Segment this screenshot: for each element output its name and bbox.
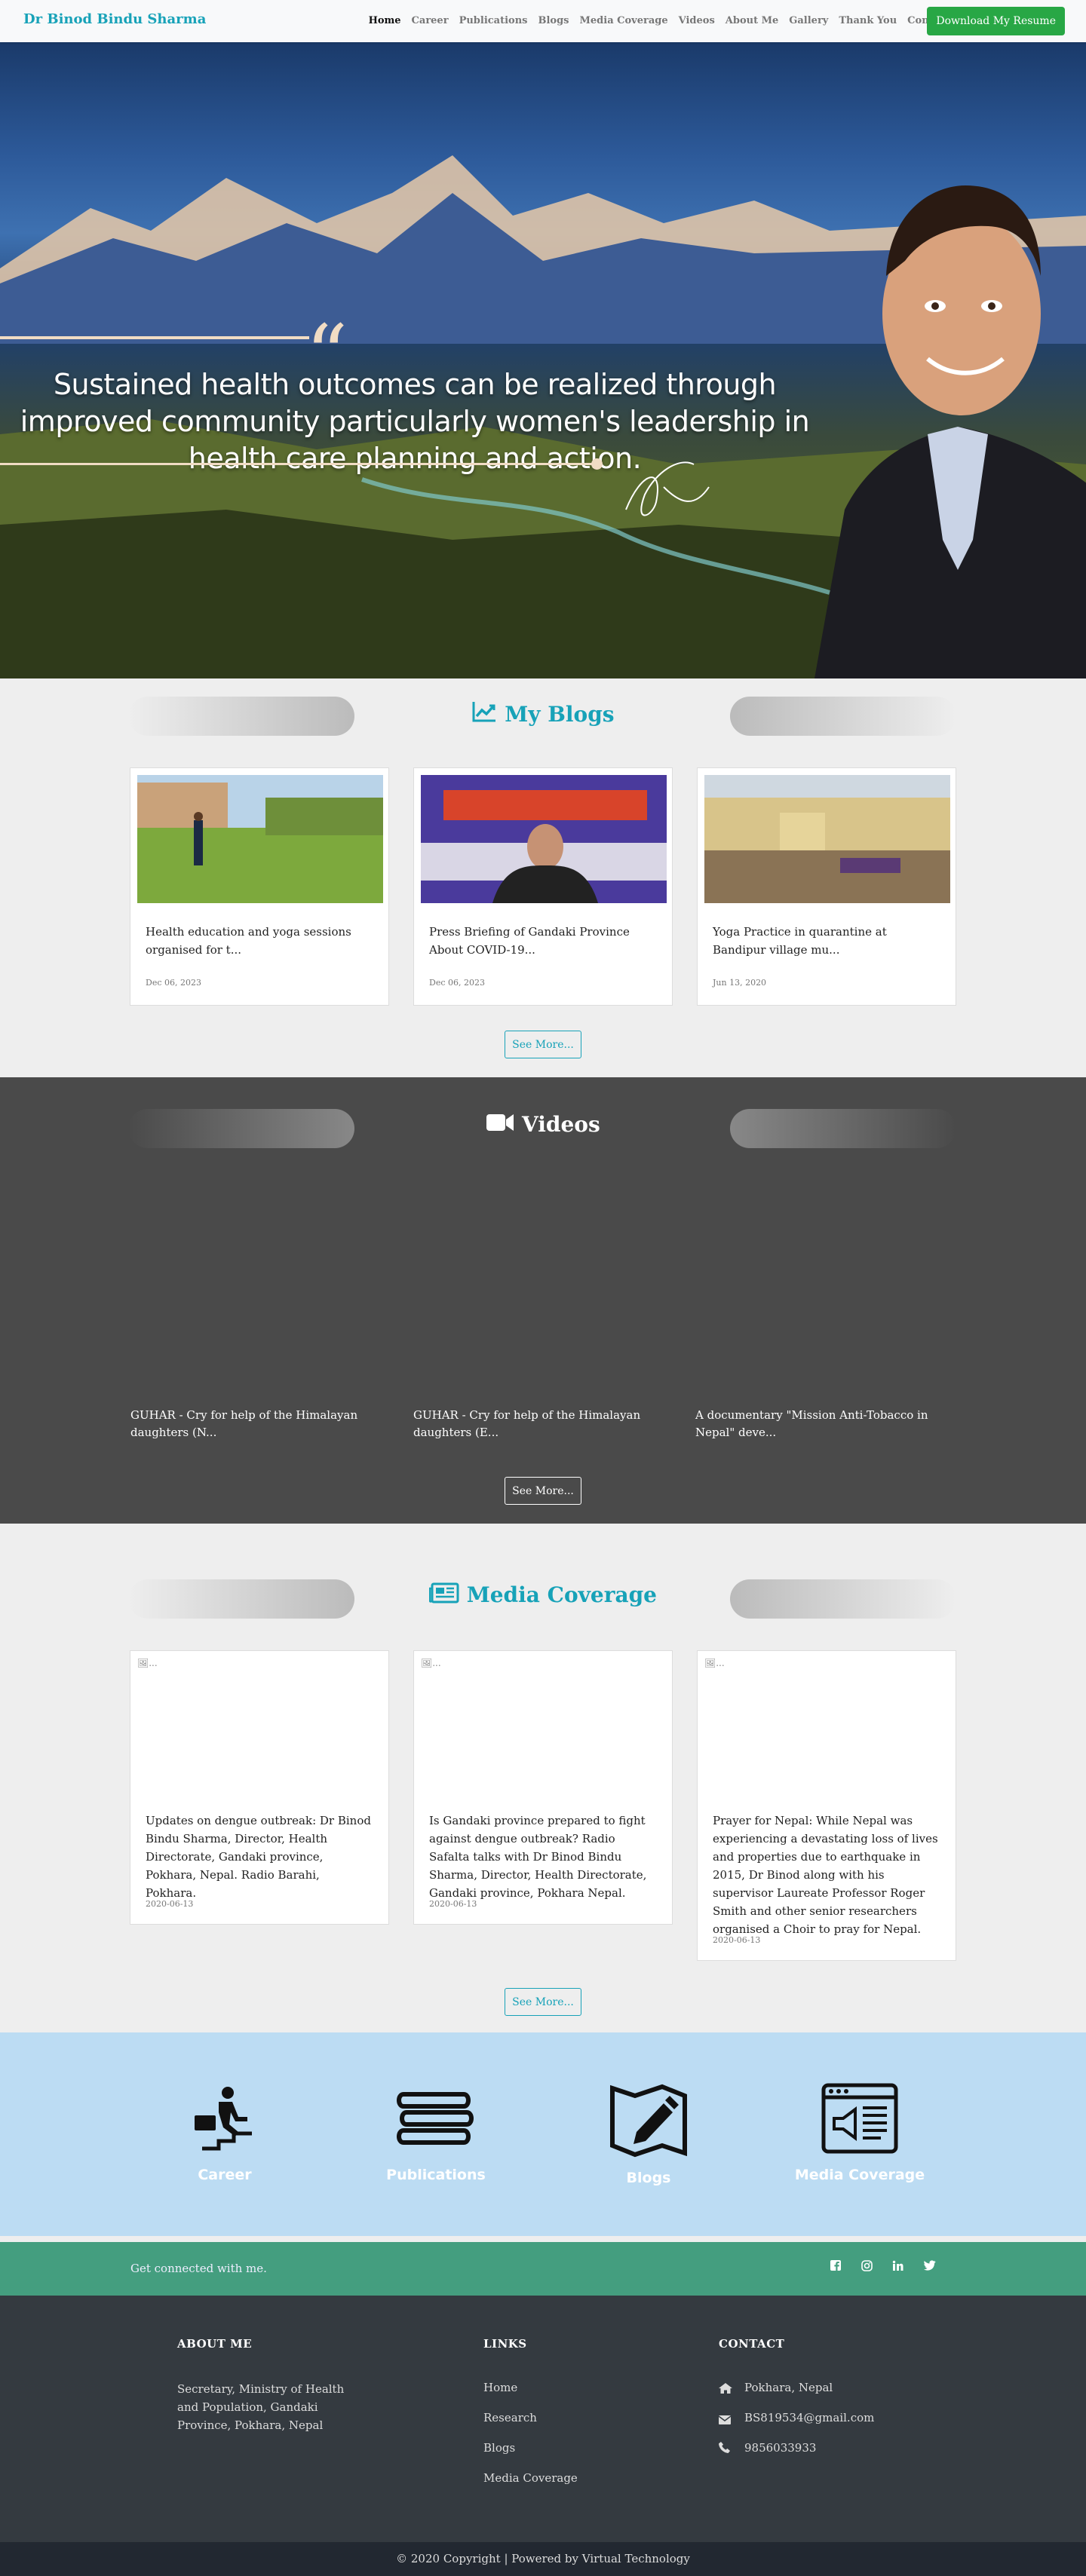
media-card-title[interactable]: Is Gandaki province prepared to fight ag… (429, 1812, 655, 1902)
footer-about-text: Secretary, Ministry of Health and Popula… (177, 2382, 345, 2432)
blog-card-image (137, 775, 383, 903)
quick-link-label[interactable]: Publications (357, 2167, 515, 2183)
media-card-broken-image: 🖼... (704, 1658, 725, 1668)
footer-link-media-coverage[interactable]: Media Coverage (483, 2471, 578, 2485)
blogs-section-title: My Blogs (0, 700, 1086, 727)
books-icon (397, 2092, 474, 2145)
quick-link-career[interactable]: Career (146, 2082, 304, 2183)
media-card-date: 2020-06-13 (713, 1935, 761, 1945)
copyright-bar: © 2020 Copyright | Powered by Virtual Te… (0, 2542, 1086, 2576)
blog-card[interactable]: Yoga Practice in quarantine at Bandipur … (697, 767, 956, 1006)
footer: ABOUT ME Secretary, Ministry of Health a… (0, 2296, 1086, 2542)
media-section-title: Media Coverage (0, 1582, 1086, 1607)
blog-card-date: Jun 13, 2020 (713, 978, 767, 988)
media-see-more-button[interactable]: See More... (505, 1988, 581, 2016)
quote-line-top (0, 336, 309, 339)
video-item-title[interactable]: GUHAR - Cry for help of the Himalayan da… (130, 1407, 387, 1441)
nav-link-thank-you[interactable]: Thank You (839, 15, 897, 26)
blogs-see-more-button[interactable]: See More... (505, 1031, 581, 1058)
videos-section-title: Videos (0, 1112, 1086, 1137)
nav-link-blogs[interactable]: Blogs (538, 15, 569, 26)
quote-line-bottom (0, 463, 596, 465)
quick-link-publications[interactable]: Publications (357, 2082, 515, 2183)
career-stairs-icon (195, 2087, 252, 2151)
footer-location: Pokhara, Nepal (744, 2381, 833, 2394)
footer-email[interactable]: BS819534@gmail.com (744, 2411, 874, 2424)
videos-section: Videos GUHAR - Cry for help of the Himal… (0, 1077, 1086, 1524)
nav-links: Home Career Publications Blogs Media Cov… (358, 15, 950, 26)
nav-link-gallery[interactable]: Gallery (789, 15, 828, 26)
blog-card-image (421, 775, 667, 903)
chart-line-icon (471, 702, 505, 727)
quick-link-label[interactable]: Blogs (569, 2170, 728, 2186)
hero-banner: “ Sustained health outcomes can be reali… (0, 42, 1086, 678)
media-title-text: Media Coverage (466, 1582, 657, 1607)
quote-line-dot (591, 458, 603, 470)
linkedin-icon[interactable] (892, 2260, 903, 2274)
media-card[interactable]: 🖼... Is Gandaki province prepared to fig… (413, 1650, 673, 1925)
blog-card-title[interactable]: Health education and yoga sessions organ… (146, 923, 372, 959)
download-resume-button[interactable]: Download My Resume (927, 7, 1065, 35)
media-card-title[interactable]: Prayer for Nepal: While Nepal was experi… (713, 1812, 939, 1938)
blogs-title-text: My Blogs (505, 702, 615, 727)
footer-phone[interactable]: 9856033933 (744, 2441, 816, 2455)
footer-links-heading: LINKS (483, 2337, 527, 2351)
megaphone-browser-icon (821, 2083, 898, 2154)
media-card-broken-image: 🖼... (421, 1658, 441, 1668)
map-pen-icon (610, 2084, 687, 2158)
video-camera-icon (486, 1112, 522, 1137)
blog-card[interactable]: Health education and yoga sessions organ… (130, 767, 389, 1006)
blog-card-title[interactable]: Press Briefing of Gandaki Province About… (429, 923, 655, 959)
connect-band: Get connected with me. (0, 2242, 1086, 2296)
navbar: Dr Binod Bindu Sharma Home Career Public… (0, 0, 1086, 42)
video-item-title[interactable]: A documentary "Mission Anti-Tobacco in N… (695, 1407, 952, 1441)
footer-contact-heading: CONTACT (719, 2337, 785, 2351)
media-card[interactable]: 🖼... Updates on dengue outbreak: Dr Bino… (130, 1650, 389, 1925)
media-card[interactable]: 🖼... Prayer for Nepal: While Nepal was e… (697, 1650, 956, 1961)
nav-link-career[interactable]: Career (412, 15, 449, 26)
footer-about-heading: ABOUT ME (177, 2337, 253, 2351)
instagram-icon[interactable] (861, 2260, 873, 2274)
media-card-date: 2020-06-13 (146, 1899, 194, 1909)
nav-link-media-coverage[interactable]: Media Coverage (580, 15, 668, 26)
media-card-broken-image: 🖼... (137, 1658, 158, 1668)
video-item-title[interactable]: GUHAR - Cry for help of the Himalayan da… (413, 1407, 670, 1441)
signature-image (625, 461, 710, 516)
connect-text: Get connected with me. (130, 2262, 267, 2275)
footer-link-research[interactable]: Research (483, 2411, 537, 2424)
brand-link[interactable]: Dr Binod Bindu Sharma (23, 11, 206, 27)
facebook-icon[interactable] (830, 2260, 841, 2274)
videos-title-text: Videos (522, 1112, 600, 1137)
nav-link-publications[interactable]: Publications (459, 15, 528, 26)
blog-card[interactable]: Press Briefing of Gandaki Province About… (413, 767, 673, 1006)
quick-link-media-coverage[interactable]: Media Coverage (781, 2082, 939, 2183)
quick-link-label[interactable]: Career (146, 2167, 304, 2183)
newspaper-icon (428, 1582, 467, 1607)
quick-link-label[interactable]: Media Coverage (781, 2167, 939, 2183)
quick-link-blogs[interactable]: Blogs (569, 2082, 728, 2186)
copyright-text: © 2020 Copyright | Powered by Virtual Te… (396, 2552, 690, 2565)
blog-card-date: Dec 06, 2023 (429, 978, 485, 988)
home-icon (719, 2382, 732, 2397)
nav-link-about-me[interactable]: About Me (726, 15, 779, 26)
footer-link-home[interactable]: Home (483, 2381, 517, 2394)
nav-link-videos[interactable]: Videos (679, 15, 715, 26)
videos-see-more-button[interactable]: See More... (505, 1477, 581, 1505)
media-card-title[interactable]: Updates on dengue outbreak: Dr Binod Bin… (146, 1812, 372, 1902)
blog-card-date: Dec 06, 2023 (146, 978, 201, 988)
media-card-date: 2020-06-13 (429, 1899, 477, 1909)
nav-link-home[interactable]: Home (369, 15, 401, 26)
blog-card-image (704, 775, 950, 903)
portrait-photo (814, 185, 1086, 678)
blog-card-title[interactable]: Yoga Practice in quarantine at Bandipur … (713, 923, 939, 959)
phone-icon (719, 2442, 730, 2456)
envelope-icon (718, 2413, 732, 2427)
footer-link-blogs[interactable]: Blogs (483, 2441, 515, 2455)
twitter-icon[interactable] (924, 2260, 936, 2274)
